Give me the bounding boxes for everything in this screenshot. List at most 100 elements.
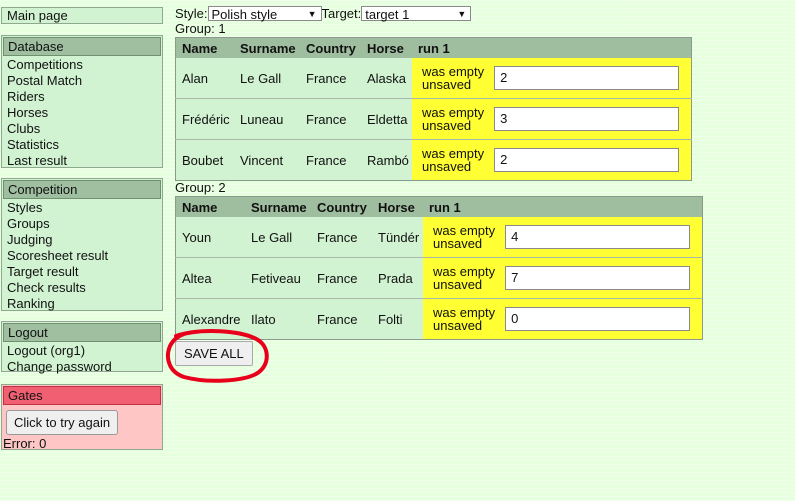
- horse-name: Eldetta: [361, 98, 412, 140]
- menu-item-statistics[interactable]: Statistics: [2, 137, 162, 153]
- save-status: was empty unsaved: [433, 224, 495, 250]
- column-header: Horse: [372, 196, 423, 217]
- save-status: was empty unsaved: [433, 265, 495, 291]
- status-line: unsaved: [422, 159, 472, 174]
- target-select-chevron-down-icon: ▼: [457, 9, 467, 19]
- column-header: Surname: [245, 196, 311, 217]
- status-line: unsaved: [422, 118, 472, 133]
- rider-name: Boubet: [182, 152, 224, 168]
- column-header: run 1: [412, 37, 692, 58]
- style-select[interactable]: Polish style ▼: [207, 6, 322, 22]
- menu-item-last-result[interactable]: Last result: [2, 153, 162, 169]
- database-menu: Database Competitions Postal Match Rider…: [1, 35, 163, 168]
- horse-name: Prada: [372, 257, 423, 299]
- rider-surname: Luneau: [234, 98, 300, 140]
- gates-panel-title: Gates: [3, 386, 161, 405]
- save-status: was empty unsaved: [422, 65, 484, 91]
- horse-name: Tündér: [372, 217, 423, 258]
- rider-surname: Le Gall: [245, 217, 311, 258]
- column-header: Surname: [234, 37, 300, 58]
- account-menu-title: Logout: [3, 323, 161, 342]
- competition-menu: Competition Styles Groups Judging Scores…: [1, 178, 163, 311]
- change-password-link[interactable]: Change password: [2, 359, 162, 375]
- menu-item-competitions[interactable]: Competitions: [2, 57, 162, 73]
- rider-country: France: [311, 257, 372, 299]
- target-label: Target:: [321, 6, 362, 21]
- run-cell: was empty unsaved 0: [423, 298, 703, 340]
- menu-item-scoresheet-result[interactable]: Scoresheet result: [2, 248, 162, 264]
- score-input[interactable]: 2: [494, 66, 680, 90]
- gates-error-text: Error: 0: [3, 436, 47, 451]
- column-header: Horse: [361, 37, 412, 58]
- menu-item-styles[interactable]: Styles: [2, 200, 162, 216]
- table-row: Alan Le Gall France Alaska was empty unsa…: [175, 58, 692, 99]
- competition-menu-title: Competition: [3, 180, 161, 199]
- score-input[interactable]: 4: [505, 225, 691, 249]
- menu-item-riders[interactable]: Riders: [2, 89, 162, 105]
- run-cell: was empty unsaved 2: [412, 139, 692, 181]
- rider-country: France: [300, 98, 361, 140]
- menu-item-judging[interactable]: Judging: [2, 232, 162, 248]
- score-input[interactable]: 0: [505, 307, 691, 331]
- rider-country: France: [311, 217, 372, 258]
- run-cell: was empty unsaved 3: [412, 98, 692, 140]
- menu-item-postal-match[interactable]: Postal Match: [2, 73, 162, 89]
- rider-country: France: [317, 311, 358, 327]
- group-label: Group: 2: [175, 180, 226, 195]
- menu-item-horses[interactable]: Horses: [2, 105, 162, 121]
- menu-item-target-result[interactable]: Target result: [2, 264, 162, 280]
- rider-surname: Fetiveau: [245, 257, 311, 299]
- run-cell: was empty unsaved 4: [423, 217, 703, 258]
- score-input[interactable]: 2: [494, 148, 680, 172]
- run-cell: was empty unsaved 7: [423, 257, 703, 299]
- red-circle-annotation: [165, 329, 269, 383]
- horse-name: Rambó: [367, 152, 409, 168]
- save-status: was empty unsaved: [433, 306, 495, 332]
- column-header: Country: [300, 37, 361, 58]
- column-header: Name: [175, 196, 245, 217]
- menu-item-clubs[interactable]: Clubs: [2, 121, 162, 137]
- rider-name: Alan: [175, 58, 234, 99]
- rider-country: France: [306, 152, 347, 168]
- column-header: Country: [311, 196, 372, 217]
- style-select-chevron-down-icon: ▼: [307, 9, 317, 19]
- column-header: Name: [175, 37, 234, 58]
- table-row: Boubet Vincent France Rambó was empty uns…: [176, 139, 692, 181]
- menu-item-groups[interactable]: Groups: [2, 216, 162, 232]
- database-menu-title: Database: [3, 37, 161, 56]
- score-input[interactable]: 3: [494, 107, 680, 131]
- style-label: Style:: [175, 6, 208, 21]
- group-table: Name Surname Country Horse run 1 Youn Le…: [175, 196, 703, 340]
- group-table: Name Surname Country Horse run 1 Alan Le…: [175, 37, 692, 181]
- group-label: Group: 1: [175, 21, 226, 36]
- style-select-value: Polish style: [211, 7, 278, 22]
- rider-country: France: [300, 58, 361, 99]
- table-row: Altea Fetiveau France Prada was empty uns…: [175, 257, 703, 299]
- gates-panel: Gates Click to try again Error: 0: [1, 384, 163, 451]
- rider-name: Altea: [175, 257, 245, 299]
- rider-name: Youn: [175, 217, 245, 258]
- rider-surname: Le Gall: [234, 58, 300, 99]
- table-row: Youn Le Gall France Tündér was empty unsa…: [175, 217, 703, 258]
- score-input[interactable]: 7: [505, 266, 691, 290]
- status-line: unsaved: [422, 77, 472, 92]
- target-select-value: target 1: [365, 7, 410, 22]
- menu-item-ranking[interactable]: Ranking: [2, 296, 162, 312]
- menu-item-check-results[interactable]: Check results: [2, 280, 162, 296]
- rider-surname: Vincent: [240, 152, 284, 168]
- status-line: unsaved: [433, 277, 483, 292]
- horse-name: Alaska: [361, 58, 412, 99]
- filter-row: Style: Polish style ▼ Target: target 1 ▼: [175, 6, 472, 22]
- status-line: unsaved: [433, 236, 483, 251]
- status-line: unsaved: [433, 318, 483, 333]
- try-again-button[interactable]: Click to try again: [6, 410, 119, 435]
- save-status: was empty unsaved: [422, 106, 484, 132]
- save-status: was empty unsaved: [422, 147, 484, 173]
- target-select[interactable]: target 1 ▼: [361, 6, 472, 22]
- run-cell: was empty unsaved 2: [412, 58, 692, 99]
- logout-link[interactable]: Logout (org1): [2, 343, 162, 359]
- column-header: run 1: [423, 196, 703, 217]
- rider-name: Frédéric: [175, 98, 234, 140]
- table-row: Frédéric Luneau France Eldetta was empty…: [175, 98, 692, 140]
- main-page-link[interactable]: Main page: [1, 7, 163, 24]
